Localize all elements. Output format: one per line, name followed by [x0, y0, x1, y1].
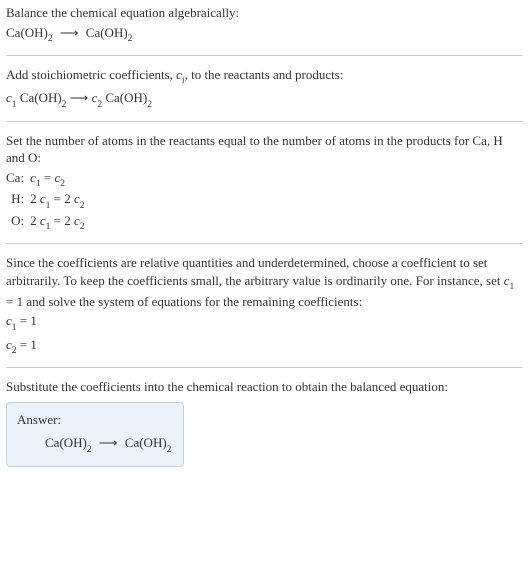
- lv: c: [30, 170, 36, 185]
- product-sub: 2: [128, 34, 133, 44]
- section-balance-intro: Balance the chemical equation algebraica…: [6, 4, 523, 45]
- element-label: Ca:: [6, 169, 30, 190]
- p-sub: 2: [167, 445, 172, 455]
- c2-sub: 2: [97, 100, 102, 110]
- rv: c: [74, 213, 80, 228]
- product: Ca(OH)2: [86, 25, 133, 40]
- rv: c: [74, 191, 80, 206]
- intro-text: Balance the chemical equation algebraica…: [6, 4, 523, 22]
- atom-eq-text: Set the number of atoms in the reactants…: [6, 132, 523, 167]
- c1: c: [6, 90, 12, 105]
- txt-b: , to the reactants and products:: [185, 67, 344, 82]
- equation-cell: 2 c1 = 2 c2: [30, 190, 88, 211]
- c: c: [6, 337, 12, 352]
- v: = 1: [17, 337, 37, 352]
- rc: 2: [64, 213, 74, 228]
- product-base: Ca(OH): [86, 25, 128, 40]
- t1: Since the coefficients are relative quan…: [6, 255, 504, 288]
- divider: [6, 121, 523, 122]
- reactant: Ca(OH)2: [45, 435, 92, 450]
- ls: 1: [46, 201, 51, 211]
- ls: 1: [36, 179, 41, 189]
- atom-equations-table: Ca: c1 = c2 H: 2 c1 = 2 c2 O: 2 c1 = 2 c…: [6, 169, 88, 233]
- reactant-sub: 2: [48, 34, 53, 44]
- p-sub: 2: [147, 100, 152, 110]
- substitute-text: Substitute the coefficients into the che…: [6, 378, 523, 396]
- p-base: Ca(OH): [105, 90, 147, 105]
- solution-c2: c2 = 1: [6, 336, 523, 357]
- table-row: Ca: c1 = c2: [6, 169, 88, 190]
- reactant: Ca(OH)2: [6, 25, 53, 40]
- section-answer: Substitute the coefficients into the che…: [6, 378, 523, 466]
- arrow-icon: ⟶: [66, 90, 91, 105]
- arrow-icon: ⟶: [56, 25, 83, 40]
- divider: [6, 367, 523, 368]
- cs: 2: [12, 346, 17, 356]
- r-sub: 2: [62, 100, 67, 110]
- rs: 2: [80, 201, 85, 211]
- section-atom-equations: Set the number of atoms in the reactants…: [6, 132, 523, 233]
- section-add-coefficients: Add stoichiometric coefficients, c i, to …: [6, 66, 523, 111]
- ci-sub: i: [182, 76, 185, 86]
- eqs: =: [50, 213, 64, 228]
- eq1: = 1: [6, 294, 23, 309]
- cv: c: [504, 273, 510, 288]
- divider: [6, 55, 523, 56]
- c1-sub: 1: [12, 100, 17, 110]
- add-coeff-text: Add stoichiometric coefficients, ci, to …: [6, 66, 523, 87]
- lv: c: [40, 213, 46, 228]
- v: = 1: [17, 313, 37, 328]
- equation-unbalanced: Ca(OH)2 ⟶ Ca(OH)2: [6, 24, 523, 45]
- r-base: Ca(OH): [45, 435, 87, 450]
- equation-cell: 2 c1 = 2 c2: [30, 212, 88, 233]
- equation-with-coeffs: c1 Ca(OH)2 ⟶ c2 Ca(OH)2: [6, 89, 523, 110]
- ls: 1: [46, 222, 51, 232]
- answer-label: Answer:: [17, 411, 171, 429]
- balanced-equation: Ca(OH)2 ⟶ Ca(OH)2: [17, 434, 171, 455]
- r-base: Ca(OH): [20, 90, 62, 105]
- table-row: H: 2 c1 = 2 c2: [6, 190, 88, 211]
- rs: 2: [60, 179, 65, 189]
- answer-box: Answer: Ca(OH)2 ⟶ Ca(OH)2: [6, 402, 184, 467]
- rc: 2: [64, 191, 74, 206]
- rs: 2: [80, 222, 85, 232]
- divider: [6, 243, 523, 244]
- lc: 2: [30, 191, 40, 206]
- cs: 1: [12, 323, 17, 333]
- t2: and solve the system of equations for th…: [23, 294, 362, 309]
- solution-c1: c1 = 1: [6, 312, 523, 333]
- element-label: H:: [6, 190, 30, 211]
- section-solve: Since the coefficients are relative quan…: [6, 254, 523, 357]
- eqs: =: [50, 191, 64, 206]
- element-label: O:: [6, 212, 30, 233]
- p-base: Ca(OH): [125, 435, 167, 450]
- equation-cell: c1 = c2: [30, 169, 88, 190]
- c: c: [6, 313, 12, 328]
- reactant-base: Ca(OH): [6, 25, 48, 40]
- product: Ca(OH)2: [125, 435, 172, 450]
- table-row: O: 2 c1 = 2 c2: [6, 212, 88, 233]
- txt-a: Add stoichiometric coefficients,: [6, 67, 176, 82]
- eqs: =: [41, 170, 55, 185]
- r-sub: 2: [87, 445, 92, 455]
- cvs: 1: [510, 282, 515, 292]
- lv: c: [40, 191, 46, 206]
- arrow-icon: ⟶: [95, 435, 122, 450]
- lc: 2: [30, 213, 40, 228]
- solve-text: Since the coefficients are relative quan…: [6, 254, 523, 310]
